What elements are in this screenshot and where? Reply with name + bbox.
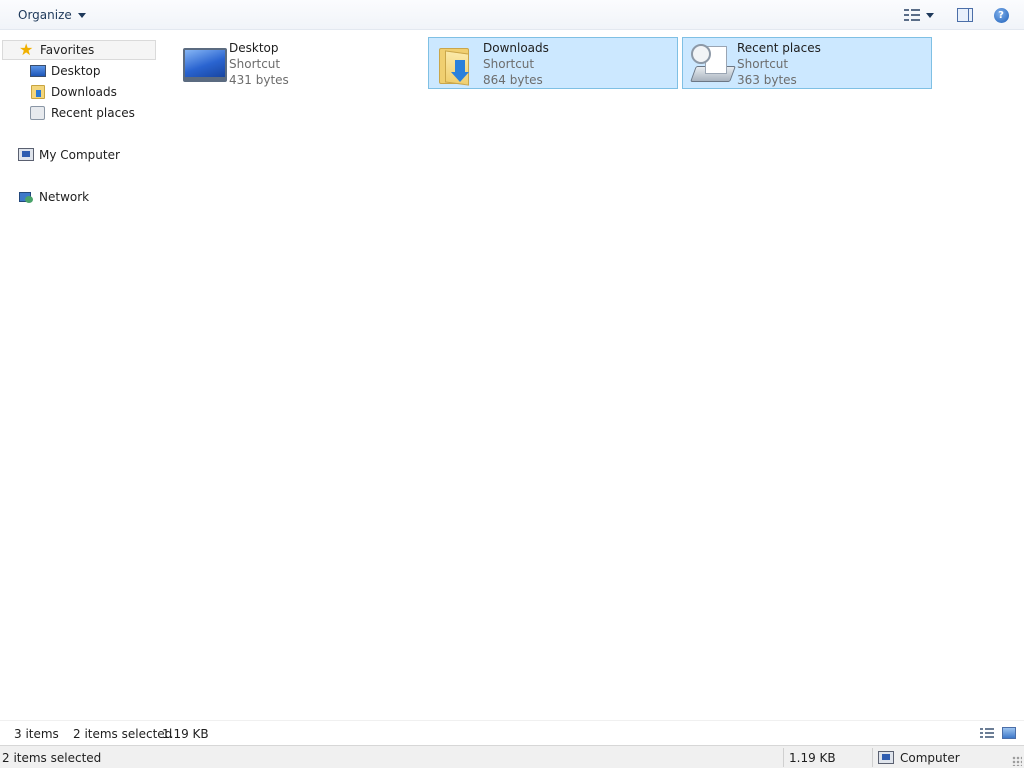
file-size: 864 bytes — [483, 73, 543, 87]
change-view-button[interactable] — [898, 4, 940, 26]
details-view-icon[interactable] — [980, 727, 994, 739]
status-location-label: Computer — [900, 750, 960, 765]
organize-button[interactable]: Organize — [10, 4, 94, 26]
chevron-down-icon — [77, 12, 86, 18]
item-count: 3 items — [14, 727, 59, 741]
navigation-pane: ★ Favorites Desktop Downloads Recent pla… — [0, 31, 158, 720]
nav-item-downloads[interactable]: Downloads — [28, 82, 156, 102]
downloads-folder-icon — [435, 42, 481, 86]
large-icons-view-icon[interactable] — [1002, 727, 1016, 739]
nav-item-desktop[interactable]: Desktop — [28, 61, 156, 81]
preview-pane-icon — [957, 8, 973, 22]
status-selection: 2 items selected — [2, 750, 102, 765]
nav-my-computer[interactable]: My Computer — [2, 145, 156, 165]
file-type: Shortcut — [737, 57, 789, 71]
network-icon — [18, 189, 34, 205]
organize-label: Organize — [18, 8, 72, 22]
command-bar: Organize ? — [0, 0, 1024, 30]
file-tile-recent-places[interactable]: Recent places Shortcut 363 bytes — [682, 37, 932, 89]
chevron-down-icon — [926, 12, 934, 18]
selected-count: 2 items selected — [73, 727, 173, 741]
help-button[interactable]: ? — [990, 4, 1012, 26]
status-bar: 2 items selected 1.19 KB Computer — [0, 745, 1024, 768]
nav-my-computer-label: My Computer — [39, 148, 120, 162]
selected-size: 1.19 KB — [162, 727, 209, 741]
file-type: Shortcut — [229, 57, 281, 71]
nav-item-label: Desktop — [51, 64, 101, 78]
views-icon — [904, 8, 920, 22]
desktop-icon — [30, 63, 46, 79]
help-icon: ? — [993, 7, 1009, 23]
status-separator — [783, 748, 784, 767]
nav-network[interactable]: Network — [2, 187, 156, 207]
file-size: 363 bytes — [737, 73, 797, 87]
nav-item-recent-places[interactable]: Recent places — [28, 103, 156, 123]
nav-item-label: Recent places — [51, 106, 135, 120]
file-name: Recent places — [737, 41, 821, 55]
file-name: Downloads — [483, 41, 549, 55]
resize-grip-icon[interactable] — [1012, 756, 1022, 766]
nav-favorites[interactable]: ★ Favorites — [2, 40, 156, 60]
file-list[interactable]: Desktop Shortcut 431 bytes Downloads Sho… — [158, 31, 1024, 720]
nav-favorites-label: Favorites — [40, 43, 95, 57]
file-type: Shortcut — [483, 57, 535, 71]
downloads-folder-icon — [30, 84, 46, 100]
file-tile-desktop[interactable]: Desktop Shortcut 431 bytes — [174, 37, 424, 89]
star-icon: ★ — [19, 40, 34, 59]
status-location: Computer — [878, 746, 960, 768]
file-size: 431 bytes — [229, 73, 289, 87]
desktop-icon — [181, 42, 227, 86]
file-tile-downloads[interactable]: Downloads Shortcut 864 bytes — [428, 37, 678, 89]
file-name: Desktop — [229, 41, 279, 55]
preview-pane-button[interactable] — [954, 4, 976, 26]
recent-places-icon — [30, 105, 46, 121]
nav-item-label: Downloads — [51, 85, 117, 99]
computer-icon — [878, 751, 894, 764]
details-bar: 3 items 2 items selected 1.19 KB — [0, 720, 1024, 745]
recent-places-icon — [689, 42, 736, 86]
status-size: 1.19 KB — [789, 750, 836, 765]
nav-network-label: Network — [39, 190, 90, 204]
status-separator — [872, 748, 873, 767]
computer-icon — [18, 147, 34, 163]
